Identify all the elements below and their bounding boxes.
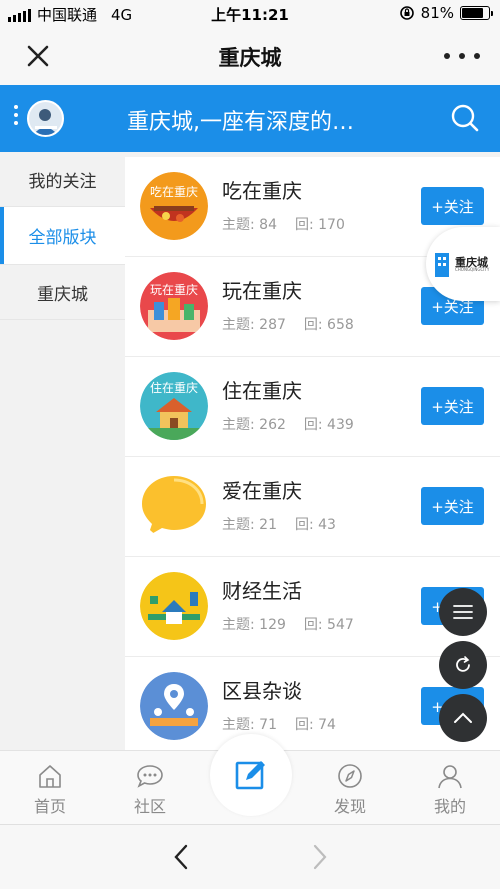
topic-count: 主题: 262 bbox=[222, 417, 286, 433]
topic-count: 主题: 84 bbox=[222, 217, 277, 233]
drawer-handle-icon[interactable] bbox=[14, 105, 18, 125]
reply-count: 回: 547 bbox=[303, 617, 354, 633]
floating-site-badge[interactable]: 重庆城 CHONGQINGCITY bbox=[426, 227, 500, 301]
fun-forum-icon: 玩在重庆 bbox=[140, 272, 208, 340]
site-headline: 重庆城,一座有深度的… bbox=[127, 110, 354, 135]
tab-label: 首页 bbox=[33, 797, 66, 816]
refresh-icon bbox=[456, 656, 470, 672]
tab-label: 发现 bbox=[333, 797, 366, 816]
edit-icon bbox=[235, 761, 265, 790]
reply-count: 回: 74 bbox=[294, 717, 336, 733]
battery-percent: 81% bbox=[420, 4, 454, 22]
sidebar-item-my-follows[interactable]: 我的关注 bbox=[0, 152, 125, 207]
follow-button[interactable]: +关注 bbox=[421, 187, 484, 225]
browser-toolbar bbox=[0, 824, 500, 889]
tab-discover[interactable]: 发现 bbox=[320, 763, 380, 817]
reply-count: 回: 439 bbox=[303, 417, 354, 433]
chevron-up-icon bbox=[454, 712, 472, 723]
tab-label: 我的 bbox=[433, 797, 466, 816]
follow-button[interactable]: +关注 bbox=[421, 387, 484, 425]
forum-name: 吃在重庆 bbox=[222, 179, 302, 203]
category-sidebar: 我的关注 全部版块 重庆城 bbox=[0, 152, 125, 750]
compass-icon bbox=[338, 764, 362, 788]
tab-mine[interactable]: 我的 bbox=[420, 763, 480, 817]
reply-count: 回: 658 bbox=[303, 317, 354, 333]
home-forum-icon: 住在重庆 bbox=[140, 372, 208, 440]
district-forum-icon bbox=[140, 672, 208, 740]
search-icon[interactable] bbox=[450, 103, 480, 133]
sidebar-item-all-boards[interactable]: 全部版块 bbox=[0, 207, 125, 265]
status-bar: 中国联通 4G 上午11:21 81% bbox=[0, 0, 500, 28]
svg-text:住在重庆: 住在重庆 bbox=[150, 381, 198, 395]
forum-name: 区县杂谈 bbox=[222, 679, 302, 703]
sidebar-item-label: 我的关注 bbox=[28, 171, 97, 192]
food-forum-icon: 吃在重庆 bbox=[140, 172, 208, 240]
chat-bubble-icon bbox=[140, 472, 208, 540]
refresh-fab[interactable] bbox=[439, 641, 487, 689]
compose-post-button[interactable] bbox=[210, 734, 292, 816]
sidebar-item-label: 重庆城 bbox=[37, 284, 88, 305]
back-to-top-fab[interactable] bbox=[439, 694, 487, 742]
follow-button[interactable]: +关注 bbox=[421, 487, 484, 525]
sidebar-item-chongqing-city[interactable]: 重庆城 bbox=[0, 265, 125, 320]
reply-count: 回: 170 bbox=[294, 217, 345, 233]
site-header: 重庆城,一座有深度的… bbox=[0, 85, 500, 152]
home-icon bbox=[39, 765, 61, 788]
svg-text:玩在重庆: 玩在重庆 bbox=[150, 283, 198, 297]
battery-icon bbox=[460, 6, 493, 20]
list-item[interactable]: 住在重庆 住在重庆 主题: 262 回: 439 +关注 bbox=[125, 357, 500, 457]
topic-count: 主题: 129 bbox=[222, 617, 286, 633]
forum-name: 住在重庆 bbox=[222, 379, 302, 403]
menu-icon bbox=[453, 605, 473, 619]
chevron-right-icon[interactable] bbox=[305, 843, 333, 871]
forum-name: 爱在重庆 bbox=[222, 479, 302, 503]
tab-label: 社区 bbox=[133, 797, 166, 816]
svg-text:吃在重庆: 吃在重庆 bbox=[150, 185, 198, 199]
site-logo-icon bbox=[435, 253, 449, 277]
app-page: 中国联通 4G 上午11:21 81% 重庆城 重庆城,一座有深度的… 我的关注… bbox=[0, 0, 500, 889]
tab-home[interactable]: 首页 bbox=[20, 763, 80, 817]
chevron-left-icon[interactable] bbox=[168, 843, 196, 871]
list-item[interactable]: 爱在重庆 主题: 21 回: 43 +关注 bbox=[125, 457, 500, 557]
orientation-lock-icon bbox=[399, 6, 414, 20]
page-title: 重庆城 bbox=[218, 46, 282, 70]
tab-community[interactable]: 社区 bbox=[120, 763, 180, 817]
chat-icon bbox=[137, 765, 163, 788]
sidebar-item-label: 全部版块 bbox=[28, 228, 97, 248]
menu-fab[interactable] bbox=[439, 588, 487, 636]
topic-count: 主题: 71 bbox=[222, 717, 277, 733]
topic-count: 主题: 21 bbox=[222, 517, 277, 533]
user-icon bbox=[438, 765, 462, 789]
forum-name: 玩在重庆 bbox=[222, 279, 302, 303]
forum-name: 财经生活 bbox=[222, 579, 302, 603]
top-navigation: 重庆城 bbox=[0, 28, 500, 85]
badge-logo-text: 重庆城 bbox=[455, 255, 488, 269]
topic-count: 主题: 287 bbox=[222, 317, 286, 333]
finance-forum-icon bbox=[140, 572, 208, 640]
reply-count: 回: 43 bbox=[294, 517, 336, 533]
more-menu-icon[interactable] bbox=[444, 46, 480, 66]
badge-logo-subtext: CHONGQINGCITY bbox=[455, 266, 490, 272]
avatar[interactable] bbox=[27, 100, 64, 137]
